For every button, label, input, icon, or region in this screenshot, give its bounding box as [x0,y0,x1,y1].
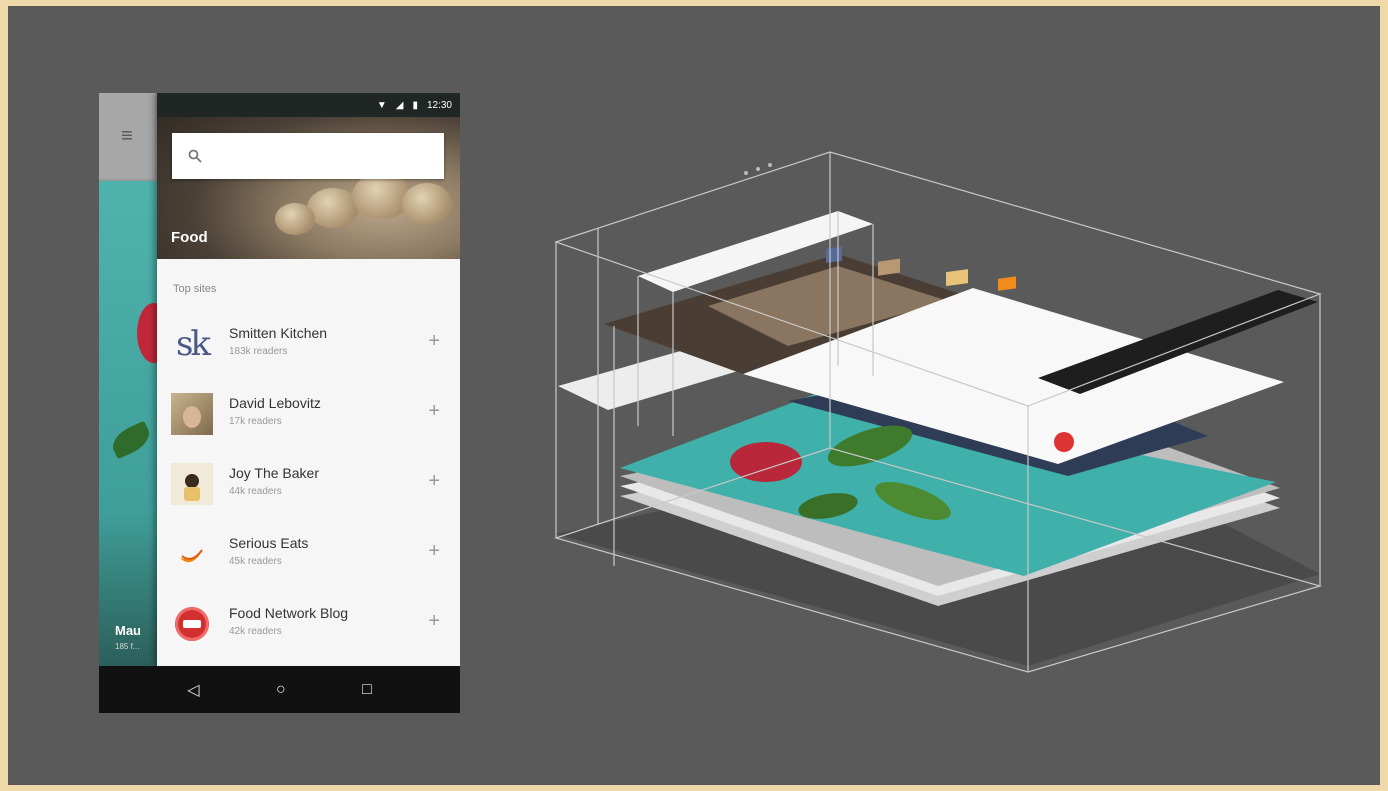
list-avatar-3 [946,269,968,287]
status-dot [744,171,748,175]
status-dot [756,167,760,171]
exploded-layers-illustration [553,151,1323,673]
presentation-frame: ≡ Mau 185 f... ▼ ◢ ▮ 12:30 Food Top site… [8,6,1380,785]
list-avatar-5 [1054,432,1074,452]
rose-shape [730,442,802,482]
status-dot [768,163,772,167]
list-sk-logo [826,246,842,264]
list-avatar-4 [998,276,1016,291]
